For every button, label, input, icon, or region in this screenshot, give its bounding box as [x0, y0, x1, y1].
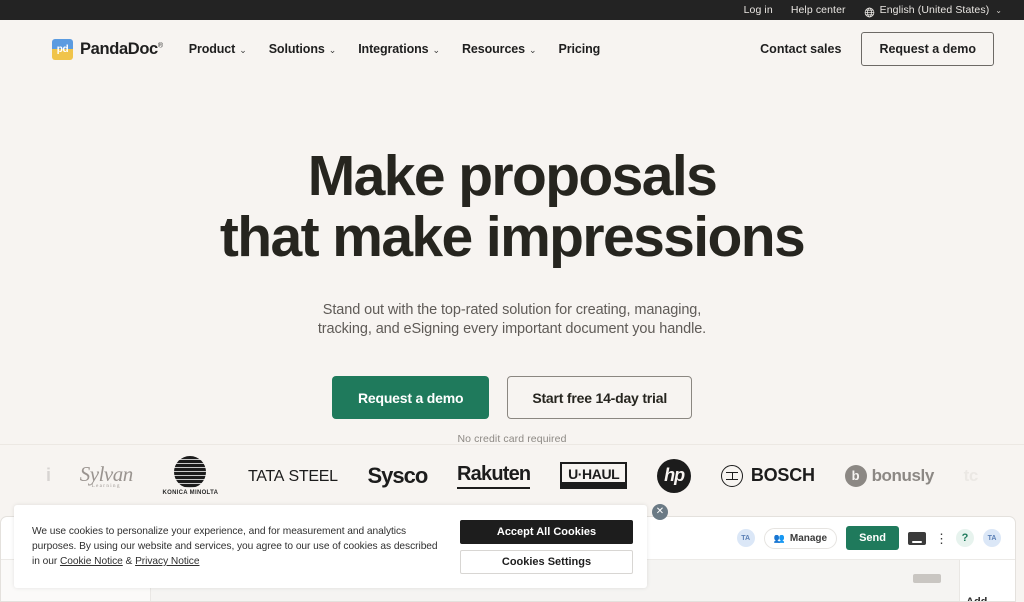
brand-name-text: PandaDoc	[80, 39, 158, 58]
hero-subtitle: Stand out with the top-rated solution fo…	[0, 301, 1024, 339]
logo-bosch-label: BOSCH	[750, 465, 815, 485]
language-selector[interactable]: English (United States) ⌄	[864, 3, 1002, 17]
main-navigation: pd PandaDoc® Product ⌄ Solutions ⌄ Integ…	[0, 20, 1024, 78]
nav-links: Product ⌄ Solutions ⌄ Integrations ⌄ Res…	[189, 42, 601, 56]
manage-label: Manage	[789, 532, 828, 544]
headline-line-1: Make proposals	[307, 144, 718, 208]
logo-hp: hp	[657, 458, 692, 493]
nav-item-solutions[interactable]: Solutions ⌄	[269, 42, 337, 56]
login-link[interactable]: Log in	[744, 5, 773, 16]
nav-item-integrations[interactable]: Integrations ⌄	[358, 42, 440, 56]
logo-partial-right-label: tc	[963, 465, 979, 485]
help-center-link[interactable]: Help center	[791, 5, 846, 16]
contact-sales-link[interactable]: Contact sales	[760, 42, 841, 56]
help-icon[interactable]: ?	[956, 529, 974, 547]
manage-recipients-chip[interactable]: 👥 Manage	[763, 527, 838, 549]
start-free-trial-button[interactable]: Start free 14-day trial	[507, 376, 693, 419]
cookie-body-2: &	[122, 556, 136, 567]
owner-avatar[interactable]: TA	[983, 529, 1001, 547]
close-icon[interactable]: ✕	[652, 504, 668, 520]
cookie-consent-banner: We use cookies to personalize your exper…	[14, 505, 647, 588]
nav-item-label: Solutions	[268, 42, 325, 56]
bonusly-mark-icon: b	[844, 464, 867, 487]
chevron-down-icon: ⌄	[239, 44, 247, 55]
cookie-banner-actions: Accept All Cookies Cookies Settings	[460, 519, 633, 574]
logo-konica-label: KONICA MINOLTA	[162, 489, 219, 496]
nav-item-product[interactable]: Product ⌄	[189, 42, 247, 56]
accept-all-cookies-button[interactable]: Accept All Cookies	[460, 519, 633, 544]
logo-sysco-label: Sysco	[367, 462, 428, 488]
nav-item-label: Resources	[461, 42, 526, 56]
konica-disc-icon	[174, 455, 207, 488]
page-root: Log in Help center English (United State…	[0, 0, 1024, 602]
nav-item-resources[interactable]: Resources ⌄	[461, 42, 537, 56]
utility-topbar: Log in Help center English (United State…	[0, 0, 1024, 20]
logo-bosch: BOSCH	[720, 464, 815, 487]
logo-tata-steel: TATA STEEL	[248, 466, 338, 486]
chevron-down-icon: ⌄	[529, 44, 537, 55]
nav-item-label: Product	[188, 42, 236, 56]
placeholder-pill	[913, 574, 941, 583]
globe-icon	[864, 5, 875, 17]
logo-uhaul-label: U·HAUL	[560, 462, 628, 489]
cookie-banner-text: We use cookies to personalize your exper…	[32, 524, 440, 569]
nav-item-pricing[interactable]: Pricing	[558, 42, 600, 56]
logo-rakuten-label: Rakuten	[457, 463, 531, 489]
chevron-down-icon: ⌄	[328, 44, 337, 55]
logo-rakuten: Rakuten	[457, 463, 531, 489]
logo-sylvan-label: Sylvan	[79, 462, 133, 486]
bosch-armature-icon	[720, 464, 743, 487]
logo-tata-label: TATA	[247, 467, 285, 485]
nav-actions: Contact sales Request a demo	[760, 32, 994, 66]
logo-partial-left: i	[46, 465, 51, 485]
headline-line-2: that make impressions	[219, 205, 806, 269]
people-icon: 👥	[773, 532, 785, 543]
trademark-symbol: ®	[157, 42, 163, 49]
subtitle-line-1: Stand out with the top-rated solution fo…	[322, 302, 702, 318]
pandadoc-logo-icon: pd	[52, 38, 73, 60]
product-right-panel: Add	[960, 560, 1015, 601]
hero-cta-row: Request a demo Start free 14-day trial	[0, 376, 1024, 419]
logo-bonusly-label: bonusly	[871, 465, 935, 485]
request-demo-button-header[interactable]: Request a demo	[861, 32, 994, 66]
brand-name: PandaDoc®	[80, 40, 163, 59]
subtitle-line-2: tracking, and eSigning every important d…	[317, 321, 707, 337]
send-button[interactable]: Send	[846, 526, 899, 550]
request-demo-button[interactable]: Request a demo	[331, 376, 490, 419]
kebab-menu-icon[interactable]: ⋮	[935, 532, 948, 545]
logo-mark-letters: pd	[56, 43, 69, 55]
add-button[interactable]: Add	[966, 596, 987, 601]
hero-section: Make proposals that make impressions Sta…	[0, 78, 1024, 446]
logo-bonusly: b bonusly	[844, 464, 935, 487]
chevron-down-icon: ⌄	[995, 5, 1002, 15]
chevron-down-icon: ⌄	[432, 44, 441, 55]
logo-hp-label: hp	[657, 458, 692, 493]
logo-steel-label: STEEL	[288, 467, 339, 485]
privacy-notice-link[interactable]: Privacy Notice	[135, 556, 199, 567]
nav-item-label: Integrations	[358, 42, 429, 56]
logo-sysco: Sysco	[367, 462, 428, 489]
nav-item-label: Pricing	[558, 42, 601, 56]
language-label: English (United States)	[879, 3, 990, 16]
logo-sylvan-learning: Sylvan Learning	[80, 462, 133, 489]
chat-icon[interactable]	[908, 531, 926, 545]
customer-logo-strip: i Sylvan Learning KONICA MINOLTA TATA STE…	[0, 444, 1024, 506]
page-title: Make proposals that make impressions	[0, 146, 1024, 268]
avatar[interactable]: TA	[736, 529, 755, 547]
logo-konica-minolta: KONICA MINOLTA	[162, 455, 219, 496]
logo-uhaul: U·HAUL	[560, 462, 628, 489]
cookie-notice-link[interactable]: Cookie Notice	[60, 556, 123, 567]
logo-partial-right: tc	[963, 465, 979, 486]
cookies-settings-button[interactable]: Cookies Settings	[460, 549, 633, 574]
brand-logo[interactable]: pd PandaDoc®	[52, 38, 163, 60]
